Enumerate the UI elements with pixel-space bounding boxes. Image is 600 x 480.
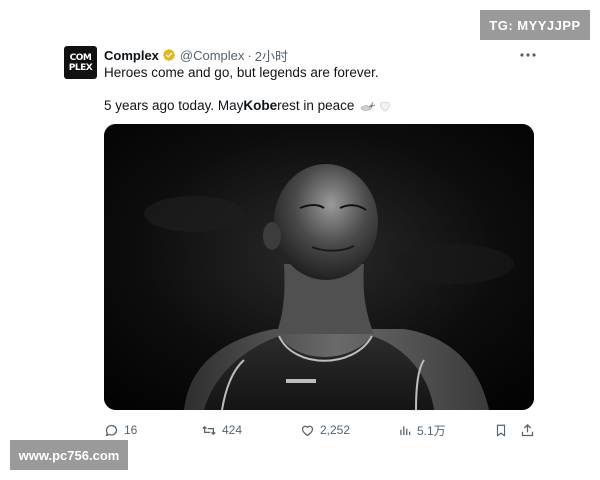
player-head	[274, 164, 378, 280]
share-icon	[521, 423, 534, 436]
site-watermark: www.pc756.com	[10, 440, 128, 470]
tweet-text-bold-name: Kobe	[243, 98, 278, 113]
reply-count: 16	[124, 423, 138, 437]
tweet-text-line1: Heroes come and go, but legends are fore…	[104, 65, 379, 80]
white-heart-emoji-icon	[378, 99, 392, 113]
tweet-action-bar: 16 424 2,252 5.1万	[104, 420, 536, 440]
views-button[interactable]: 5.1万	[398, 420, 446, 440]
header-separator: ·	[247, 47, 252, 63]
tweet-timestamp[interactable]: 2小时	[255, 46, 288, 65]
bookmark-button[interactable]	[494, 420, 513, 440]
retweet-icon	[202, 425, 216, 435]
bookmark-icon	[496, 424, 506, 436]
views-icon	[400, 425, 411, 435]
like-count: 2,252	[320, 423, 351, 437]
gold-verified-badge-icon	[162, 48, 176, 62]
tweet-card: COM PLEX Complex @Complex · 2小时 Heroes c…	[0, 0, 600, 480]
reply-button[interactable]: 16	[104, 420, 137, 440]
tweet-text-line2: 5 years ago today. May Kobe rest in peac…	[104, 98, 392, 113]
avatar-text-line2: PLEX	[68, 62, 93, 73]
telegram-watermark-badge: TG: MYYJJPP	[480, 10, 590, 40]
author-handle[interactable]: @Complex	[180, 48, 245, 63]
like-button[interactable]: 2,252	[300, 420, 350, 440]
reply-icon	[105, 424, 118, 436]
tweet-photo[interactable]	[104, 124, 534, 410]
retweet-count: 424	[222, 423, 243, 437]
share-button[interactable]	[520, 420, 540, 440]
tweet-header: Complex @Complex · 2小时	[104, 46, 288, 64]
dove-emoji-icon	[360, 99, 376, 113]
tweet-text-after: rest in peace	[277, 98, 355, 113]
retweet-button[interactable]: 424	[201, 420, 242, 440]
more-horizontal-icon[interactable]	[519, 46, 537, 64]
avatar-text-line1: COM	[69, 52, 92, 63]
heart-icon	[301, 425, 314, 436]
author-display-name[interactable]: Complex	[104, 48, 159, 63]
complex-avatar[interactable]: COM PLEX	[64, 46, 97, 79]
tweet-text-before: 5 years ago today. May	[104, 98, 244, 113]
views-count: 5.1万	[417, 423, 446, 438]
